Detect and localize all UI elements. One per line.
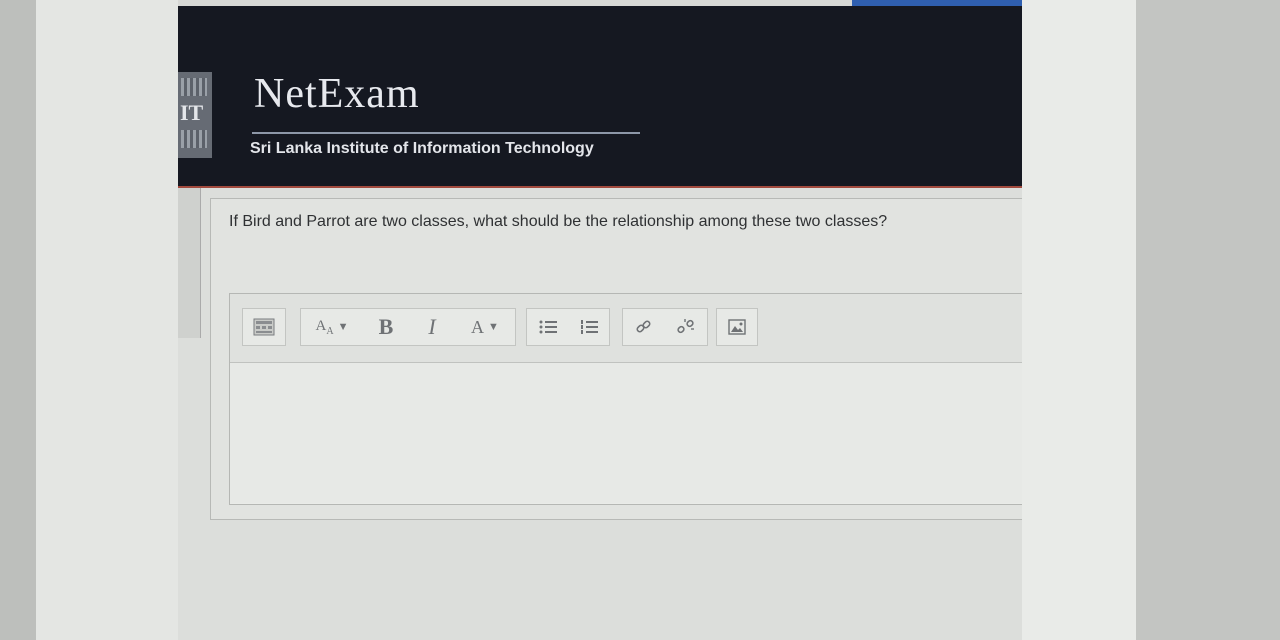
logo-letters: IT <box>180 100 204 125</box>
brand-divider <box>252 132 640 134</box>
italic-icon: I <box>428 314 436 339</box>
image-icon <box>728 319 746 335</box>
unlink-icon <box>677 319 694 334</box>
insert-image-button[interactable] <box>717 309 757 345</box>
toolbar-group-toggle <box>242 308 286 346</box>
numbered-list-button[interactable] <box>568 309 609 345</box>
monitor-bezel-right <box>1136 0 1280 640</box>
browser-viewport: IT NetExam Sri Lanka Institute of Inform… <box>178 0 1022 640</box>
question-card: If Bird and Parrot are two classes, what… <box>210 198 1022 520</box>
font-size-button[interactable]: AA ▼ <box>301 309 363 345</box>
logo-grid-top <box>181 78 207 96</box>
page-margin-right <box>1022 0 1136 640</box>
brand-subtitle: Sri Lanka Institute of Information Techn… <box>250 140 594 157</box>
bold-button[interactable]: B <box>363 309 409 345</box>
numbered-list-icon <box>580 320 598 334</box>
unlink-button[interactable] <box>665 309 707 345</box>
toolbar-toggle-icon <box>253 318 275 336</box>
monitor-bezel-left <box>0 0 36 640</box>
toolbar-toggle-button[interactable] <box>243 309 285 345</box>
question-nav-tab[interactable] <box>178 188 201 338</box>
link-icon <box>636 320 651 333</box>
brand-title: NetExam <box>254 71 420 117</box>
toolbar-group-lists <box>526 308 610 346</box>
toolbar-group-links <box>622 308 708 346</box>
chevron-down-icon: ▼ <box>488 321 499 333</box>
answer-text-area[interactable] <box>230 363 1022 503</box>
bullet-list-button[interactable] <box>527 309 568 345</box>
font-color-button[interactable]: A ▼ <box>455 309 515 345</box>
italic-button[interactable]: I <box>409 309 455 345</box>
logo-grid-bottom <box>181 130 207 148</box>
question-text: If Bird and Parrot are two classes, what… <box>229 213 888 230</box>
page-margin-left <box>36 0 178 640</box>
font-size-icon: AA <box>315 317 334 337</box>
site-header: IT NetExam Sri Lanka Institute of Inform… <box>178 6 1022 192</box>
bold-icon: B <box>378 314 394 339</box>
institute-logo: IT <box>178 72 212 158</box>
link-button[interactable] <box>623 309 665 345</box>
toolbar-group-media <box>716 308 758 346</box>
font-color-icon: A <box>471 316 485 337</box>
editor-toolbar: AA ▼ B I A ▼ <box>230 294 1022 363</box>
font-size-label: A <box>315 317 327 334</box>
chevron-down-icon: ▼ <box>337 321 349 333</box>
answer-editor: AA ▼ B I A ▼ <box>229 293 1022 505</box>
toolbar-group-format: AA ▼ B I A ▼ <box>300 308 516 346</box>
bullet-list-icon <box>539 320 557 334</box>
